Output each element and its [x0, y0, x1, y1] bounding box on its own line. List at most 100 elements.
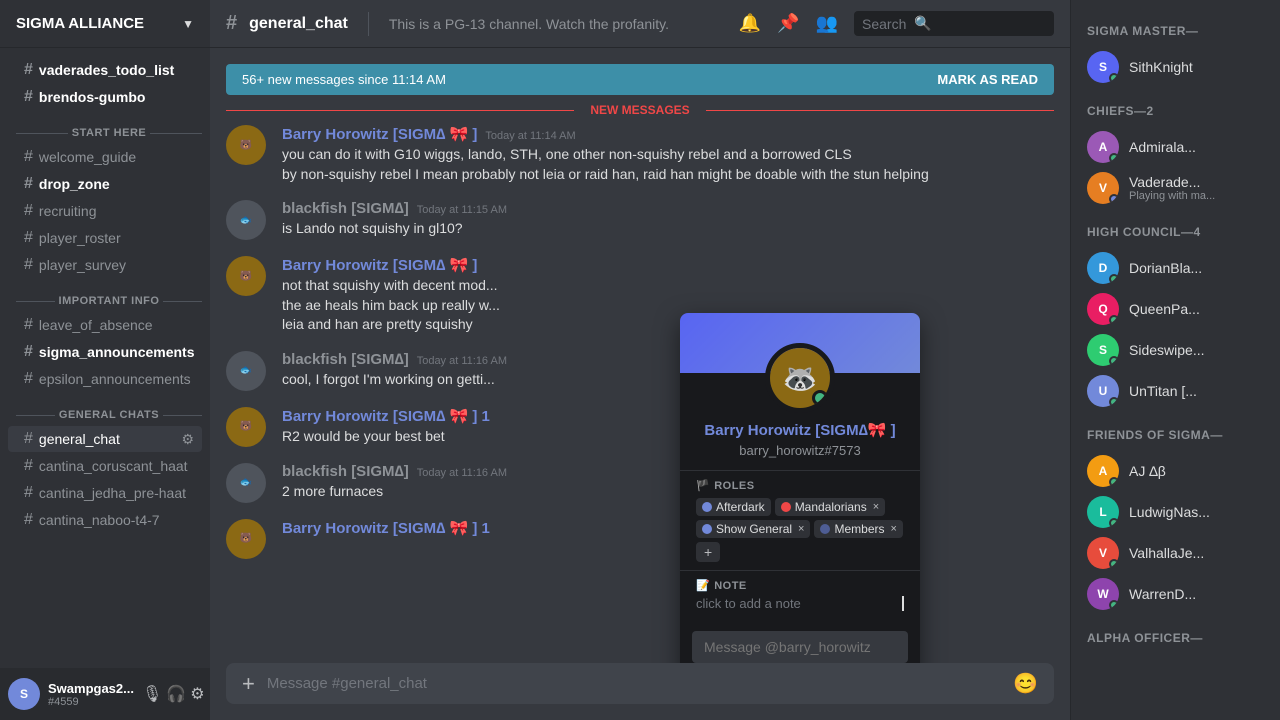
- mark-as-read-button[interactable]: MARK AS READ: [937, 72, 1038, 87]
- new-messages-text: 56+ new messages since 11:14 AM: [242, 72, 446, 87]
- add-role-button[interactable]: +: [696, 542, 720, 562]
- search-icon: 🔍: [914, 15, 931, 32]
- members-icon[interactable]: 👥: [816, 13, 838, 34]
- message-author[interactable]: blackfish [SIGM∆]: [282, 351, 409, 368]
- right-sidebar: SIGMA MASTER— S SithKnight CHIEFS—2 A Ad…: [1070, 0, 1280, 720]
- member-name: AJ ∆β: [1129, 463, 1166, 479]
- gear-icon[interactable]: ⚙: [181, 431, 194, 448]
- current-user-name: Swampgas2...: [48, 681, 134, 696]
- roles-title: 🏴 ROLES: [696, 479, 904, 492]
- channel-label: sigma_announcements: [39, 344, 195, 360]
- hash-icon: #: [24, 256, 33, 274]
- message-user-input[interactable]: [704, 639, 896, 655]
- member-item[interactable]: U UnTitan [...: [1075, 371, 1276, 411]
- message-popup-input[interactable]: [692, 631, 908, 663]
- channel-item-welcome-guide[interactable]: # welcome_guide: [8, 144, 202, 170]
- member-item[interactable]: A AJ ∆β: [1075, 451, 1276, 491]
- message-author[interactable]: blackfish [SIGM∆]: [282, 463, 409, 480]
- channel-item-cantina-jedha[interactable]: # cantina_jedha_pre-haat: [8, 480, 202, 506]
- member-avatar: V: [1087, 172, 1119, 204]
- right-section-header: SIGMA MASTER—: [1071, 8, 1280, 46]
- member-item[interactable]: S Sideswipe...: [1075, 330, 1276, 370]
- channel-label: cantina_coruscant_haat: [39, 458, 188, 474]
- message-author[interactable]: blackfish [SIGM∆]: [282, 200, 409, 217]
- channel-item-leave-of-absence[interactable]: # leave_of_absence: [8, 312, 202, 338]
- channel-item-epsilon-announcements[interactable]: # epsilon_announcements: [8, 366, 202, 392]
- search-bar[interactable]: Search 🔍: [854, 11, 1054, 36]
- section-header-important-info: IMPORTANT INFO: [0, 279, 210, 311]
- channel-label: welcome_guide: [39, 149, 136, 165]
- online-status-dot: [1109, 397, 1119, 407]
- channel-item-drop-zone[interactable]: # drop_zone: [8, 171, 202, 197]
- add-attachment-button[interactable]: +: [242, 671, 255, 697]
- hash-icon: #: [24, 430, 33, 448]
- role-color-dot: [702, 524, 712, 534]
- member-info: Admirala...: [1129, 139, 1196, 155]
- profile-tag: barry_horowitz#7573: [680, 443, 920, 470]
- channel-label: leave_of_absence: [39, 317, 153, 333]
- member-item[interactable]: V Vaderade... Playing with ma...: [1075, 168, 1276, 208]
- member-item[interactable]: D DorianBla...: [1075, 248, 1276, 288]
- message-header: blackfish [SIGM∆] Today at 11:16 AM: [282, 463, 1054, 480]
- message-content: Barry Horowitz [SIGM∆ 🎀 ] Today at 11:14…: [282, 125, 1054, 184]
- member-item[interactable]: V ValhallaJe...: [1075, 533, 1276, 573]
- message-text: you can do it with G10 wiggs, lando, STH…: [282, 145, 1054, 165]
- message-header: blackfish [SIGM∆] Today at 11:15 AM: [282, 200, 1054, 217]
- note-label: 📝 NOTE: [696, 579, 904, 592]
- message-author[interactable]: Barry Horowitz [SIGM∆ 🎀 ]: [282, 256, 477, 274]
- message-author[interactable]: Barry Horowitz [SIGM∆ 🎀 ] 1: [282, 519, 490, 537]
- avatar: 🐻: [226, 519, 266, 559]
- bell-icon[interactable]: 🔔: [739, 13, 761, 34]
- remove-role-button[interactable]: ×: [891, 523, 897, 535]
- member-item[interactable]: L LudwigNas...: [1075, 492, 1276, 532]
- member-item[interactable]: W WarrenD...: [1075, 574, 1276, 614]
- settings-icon[interactable]: ⚙: [190, 684, 204, 704]
- member-avatar: S: [1087, 334, 1119, 366]
- message-timestamp: Today at 11:14 AM: [485, 130, 575, 142]
- message-header: Barry Horowitz [SIGM∆ 🎀 ]: [282, 256, 1054, 274]
- new-messages-divider: NEW MESSAGES: [226, 103, 1054, 117]
- message-header: blackfish [SIGM∆] Today at 11:16 AM: [282, 351, 1054, 368]
- emoji-button[interactable]: 😊: [1013, 671, 1038, 696]
- note-input[interactable]: click to add a note: [696, 596, 904, 611]
- profile-avatar: 🦝: [765, 343, 835, 413]
- member-item[interactable]: S SithKnight: [1075, 47, 1276, 87]
- message-author[interactable]: Barry Horowitz [SIGM∆ 🎀 ] 1: [282, 407, 490, 425]
- message-input[interactable]: [267, 663, 1001, 704]
- channel-item-cantina-coruscant[interactable]: # cantina_coruscant_haat: [8, 453, 202, 479]
- member-avatar: D: [1087, 252, 1119, 284]
- message-group: 🐻 Barry Horowitz [SIGM∆ 🎀 ] 1: [226, 519, 1054, 559]
- hash-icon: #: [24, 61, 33, 79]
- channel-item-cantina-naboo[interactable]: # cantina_naboo-t4-7: [8, 507, 202, 533]
- channel-item-general-chat[interactable]: # general_chat ⚙: [8, 426, 202, 452]
- channel-item[interactable]: # vaderades_todo_list: [8, 57, 202, 83]
- right-section-header: FRIENDS OF SIGMA—: [1071, 412, 1280, 450]
- channel-item-sigma-announcements[interactable]: # sigma_announcements: [8, 339, 202, 365]
- member-item[interactable]: Q QueenPa...: [1075, 289, 1276, 329]
- channel-item[interactable]: # brendos-gumbo: [8, 84, 202, 110]
- server-name: SIGMA ALLIANCE: [16, 15, 144, 32]
- channel-item-player-survey[interactable]: # player_survey: [8, 252, 202, 278]
- member-name: DorianBla...: [1129, 260, 1202, 276]
- message-text: leia and han are pretty squishy: [282, 315, 1054, 335]
- message-author[interactable]: Barry Horowitz [SIGM∆ 🎀 ]: [282, 125, 477, 143]
- pin-icon[interactable]: 📌: [777, 13, 799, 34]
- online-status-dot: [1109, 559, 1119, 569]
- messages-area[interactable]: 56+ new messages since 11:14 AM MARK AS …: [210, 48, 1070, 663]
- user-panel: S Swampgas2... #4559 🎙 🎧 ⚙: [0, 668, 210, 720]
- member-name: QueenPa...: [1129, 301, 1200, 317]
- role-name: Mandalorians: [795, 500, 867, 514]
- member-item[interactable]: A Admirala...: [1075, 127, 1276, 167]
- mic-icon[interactable]: 🎙: [142, 684, 162, 704]
- online-status-dot: [1109, 153, 1119, 163]
- remove-role-button[interactable]: ×: [798, 523, 804, 535]
- channel-item-recruiting[interactable]: # recruiting: [8, 198, 202, 224]
- server-header[interactable]: SIGMA ALLIANCE ▼: [0, 0, 210, 48]
- message-group: 🐻 Barry Horowitz [SIGM∆ 🎀 ] not that squ…: [226, 256, 1054, 335]
- channel-item-player-roster[interactable]: # player_roster: [8, 225, 202, 251]
- remove-role-button[interactable]: ×: [873, 501, 879, 513]
- channel-header: # general_chat This is a PG-13 channel. …: [210, 0, 1070, 48]
- channel-label: player_survey: [39, 257, 126, 273]
- message-content: blackfish [SIGM∆] Today at 11:16 AM 2 mo…: [282, 463, 1054, 503]
- headset-icon[interactable]: 🎧: [166, 684, 186, 704]
